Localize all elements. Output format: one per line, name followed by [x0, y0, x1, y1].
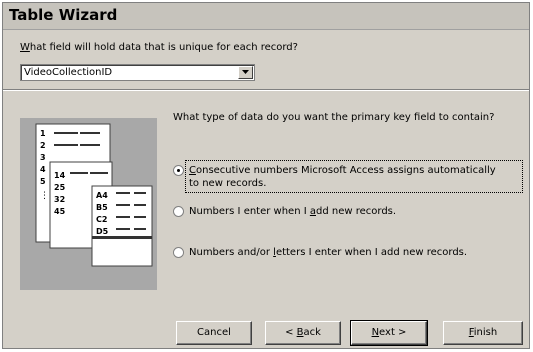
finish-label: Finish — [469, 322, 497, 343]
finish-rest: inish — [473, 327, 498, 338]
svg-text:⋮: ⋮ — [40, 191, 49, 201]
unique-field-combobox[interactable]: VideoCollectionID — [20, 64, 255, 81]
option-numbers-pre: Numbers I enter when I — [189, 206, 310, 217]
finish-button[interactable]: Finish — [443, 321, 523, 345]
primary-key-illustration: 1 2 3 4 5 14 25 32 45 A4 B5 C2 D5 ⋮ — [20, 118, 157, 290]
unique-field-value: VideoCollectionID — [24, 67, 113, 78]
table-wizard-window: Table Wizard What field will hold data t… — [2, 2, 530, 349]
sheet1-row-2: 2 — [40, 141, 46, 150]
sheet3-row-3: C2 — [96, 215, 107, 224]
sheet1-row-3: 3 — [40, 153, 46, 162]
option-consecutive-label: Consecutive numbers Microsoft Access ass… — [189, 164, 496, 190]
unique-field-question: What field will hold data that is unique… — [20, 42, 298, 53]
sheet2-row-1: 14 — [54, 171, 66, 180]
back-pre: < — [285, 327, 297, 338]
record-sheets-icon: 1 2 3 4 5 14 25 32 45 A4 B5 C2 D5 ⋮ — [35, 123, 153, 267]
back-button[interactable]: < Back — [265, 321, 341, 345]
option-numbers-label: Numbers I enter when I add new records. — [189, 205, 396, 218]
option-numbers-rest: dd new records. — [316, 206, 397, 217]
option-letters-label: Numbers and/or letters I enter when I ad… — [189, 246, 467, 259]
separator — [3, 89, 529, 91]
back-accel: B — [296, 327, 304, 338]
radio-consecutive-numbers[interactable] — [173, 165, 184, 176]
next-label: Next > — [372, 322, 407, 343]
sheet3-row-2: B5 — [96, 203, 108, 212]
sheet1-row-4: 4 — [40, 165, 46, 174]
title-bar: Table Wizard — [3, 3, 529, 30]
sheet2-row-3: 32 — [54, 195, 65, 204]
sheet3-row-4: D5 — [96, 227, 109, 236]
option-letters-pre: Numbers and/or — [189, 247, 274, 258]
next-button[interactable]: Next > — [350, 320, 428, 346]
radio-numbers-i-enter[interactable] — [173, 206, 184, 217]
radio-numbers-and-letters[interactable] — [173, 247, 184, 258]
sheet2-row-4: 45 — [54, 207, 66, 216]
option-consecutive-text: onsecutive numbers Microsoft Access assi… — [195, 165, 496, 176]
cancel-button[interactable]: Cancel — [176, 321, 252, 345]
back-rest: ack — [303, 327, 321, 338]
option-consecutive-accel: C — [189, 165, 196, 176]
sheet2-row-2: 25 — [54, 183, 66, 192]
chevron-down-icon — [242, 70, 249, 74]
primary-key-prompt: What type of data do you want the primar… — [173, 112, 495, 123]
question-accel: W — [20, 42, 30, 53]
option-consecutive-text-line2: to new records. — [189, 178, 267, 189]
sheet1-row-5: 5 — [40, 177, 46, 186]
sheet3-row-1: A4 — [96, 191, 108, 200]
question-text: hat field will hold data that is unique … — [29, 42, 298, 53]
cancel-label: Cancel — [197, 327, 231, 338]
window-title: Table Wizard — [9, 6, 118, 24]
next-rest: ext > — [379, 327, 407, 338]
next-accel: N — [371, 327, 380, 338]
dropdown-button[interactable] — [238, 66, 253, 79]
option-letters-rest: etters I enter when I add new records. — [275, 247, 468, 258]
back-label: < Back — [285, 322, 321, 343]
sheet1-row-1: 1 — [40, 129, 46, 138]
